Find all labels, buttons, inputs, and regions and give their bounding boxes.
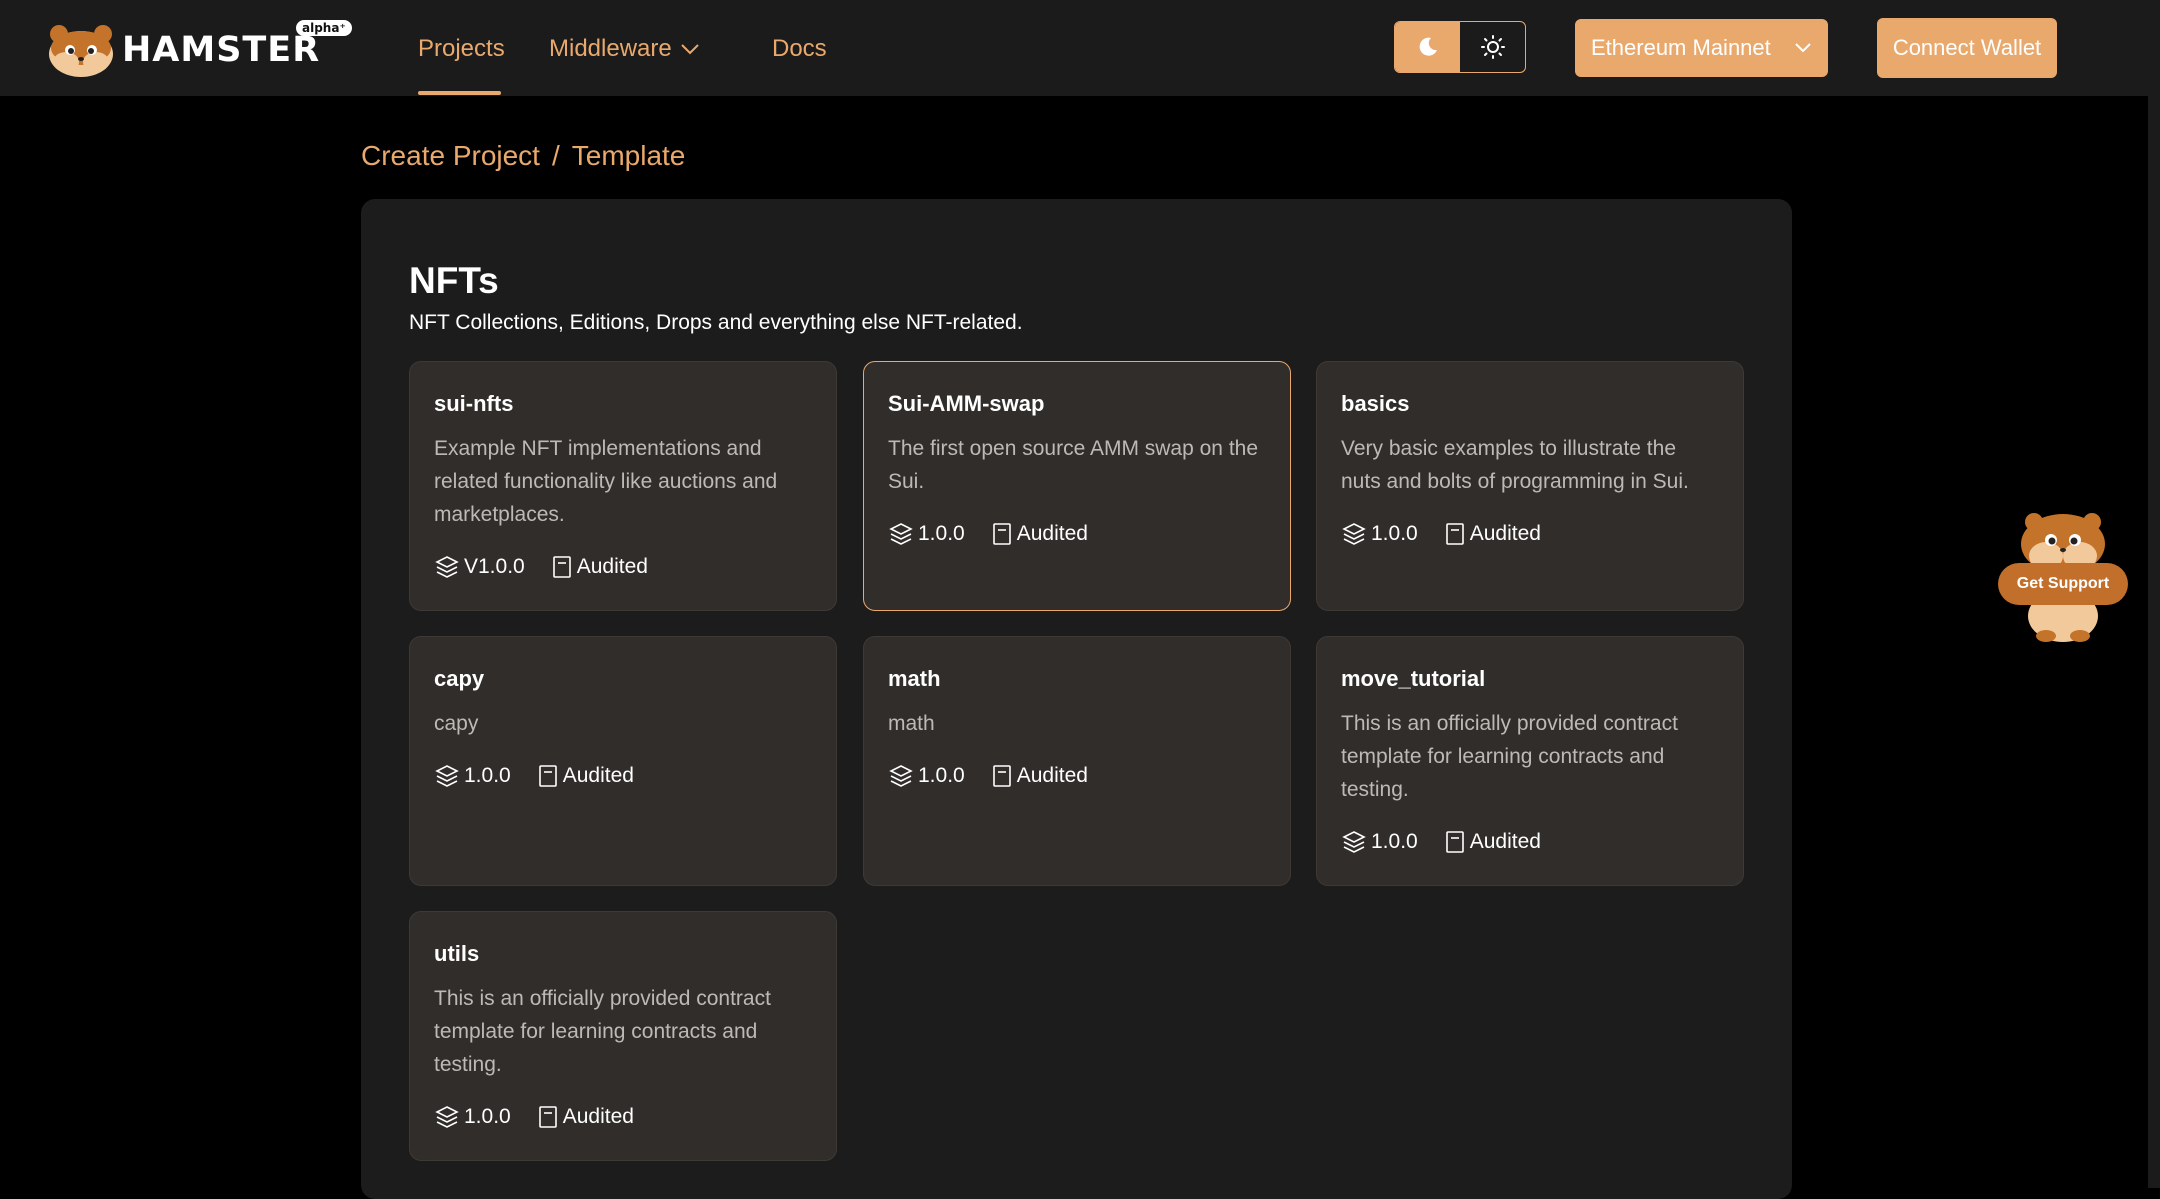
template-meta: 1.0.0 Audited (1341, 828, 1719, 856)
dark-mode-button[interactable] (1395, 22, 1460, 72)
document-icon (1445, 831, 1464, 853)
nav-docs[interactable]: Docs (772, 34, 827, 64)
template-meta: 1.0.0 Audited (434, 762, 812, 790)
document-icon (992, 765, 1011, 787)
template-version: 1.0.0 (1371, 522, 1418, 545)
layers-icon (435, 1106, 459, 1128)
template-status: Audited (1469, 830, 1541, 853)
template-status: Audited (1469, 522, 1541, 545)
template-description: Very basic examples to illustrate the nu… (1341, 437, 1689, 493)
hamster-mascot-icon (49, 25, 113, 77)
template-name: basics (1341, 391, 1410, 416)
logo-text: HAMSTER (122, 30, 321, 70)
nav-middleware-label: Middleware (549, 35, 672, 62)
alpha-badge: alpha⁺ (296, 20, 352, 36)
moon-icon (1419, 37, 1437, 56)
template-meta: 1.0.0 Audited (888, 520, 1266, 548)
breadcrumb: Create Project / Template (361, 138, 685, 174)
template-meta: 1.0.0 Audited (888, 762, 1266, 790)
template-status: Audited (562, 1105, 634, 1128)
theme-toggle (1394, 21, 1526, 73)
template-status: Audited (1016, 522, 1088, 545)
template-name: sui-nfts (434, 391, 514, 416)
chevron-down-icon (681, 44, 699, 55)
template-card-utils[interactable]: utils This is an officially provided con… (409, 911, 837, 1161)
document-icon (1445, 523, 1464, 545)
template-name: capy (434, 666, 485, 691)
network-select-value: Ethereum Mainnet (1591, 35, 1771, 60)
connect-wallet-button[interactable]: Connect Wallet (1877, 18, 2057, 78)
breadcrumb-create-project[interactable]: Create Project (361, 140, 540, 171)
hamster-logo[interactable]: HAMSTER alpha⁺ (46, 20, 352, 78)
document-icon (538, 1106, 557, 1128)
template-description: This is an officially provided contract … (434, 987, 771, 1076)
template-meta: 1.0.0 Audited (1341, 520, 1719, 548)
template-version: 1.0.0 (1371, 830, 1418, 853)
layers-icon (435, 765, 459, 787)
network-select[interactable]: Ethereum Mainnet (1575, 19, 1828, 77)
nav-middleware[interactable]: Middleware (549, 34, 700, 64)
template-card-sui-amm-swap[interactable]: Sui-AMM-swap The first open source AMM s… (863, 361, 1291, 611)
section-title: NFTs (409, 260, 499, 301)
light-mode-button[interactable] (1460, 22, 1525, 72)
template-description: math (888, 712, 935, 735)
template-status: Audited (562, 764, 634, 787)
document-icon (538, 765, 557, 787)
template-meta: 1.0.0 Audited (434, 1103, 812, 1131)
get-support-button[interactable]: Get Support (1998, 563, 2128, 605)
template-version: 1.0.0 (464, 764, 511, 787)
template-card-basics[interactable]: basics Very basic examples to illustrate… (1316, 361, 1744, 611)
template-name: math (888, 666, 941, 691)
template-panel: NFTs NFT Collections, Editions, Drops an… (361, 199, 1792, 1199)
template-name: move_tutorial (1341, 666, 1486, 691)
template-meta: V1.0.0 Audited (434, 553, 812, 581)
template-status: Audited (576, 555, 648, 578)
template-name: Sui-AMM-swap (888, 391, 1045, 416)
nav-active-indicator (418, 91, 501, 95)
layers-icon (1342, 523, 1366, 545)
breadcrumb-template: Template (571, 140, 686, 171)
template-version: 1.0.0 (918, 764, 965, 787)
page-scrollbar[interactable] (2148, 0, 2160, 1188)
template-description: Example NFT implementations and related … (434, 437, 778, 526)
document-icon (552, 556, 571, 578)
document-icon (992, 523, 1011, 545)
template-card-sui-nfts[interactable]: sui-nfts Example NFT implementations and… (409, 361, 837, 611)
sun-icon (1480, 35, 1505, 59)
template-card-move-tutorial[interactable]: move_tutorial This is an officially prov… (1316, 636, 1744, 886)
template-status: Audited (1016, 764, 1088, 787)
template-card-capy[interactable]: capy capy 1.0.0 Audited (409, 636, 837, 886)
template-description: capy (434, 712, 479, 735)
get-support-widget[interactable]: Get Support (1996, 508, 2130, 643)
layers-icon (1342, 831, 1366, 853)
template-description: The first open source AMM swap on the Su… (888, 437, 1259, 493)
template-description: This is an officially provided contract … (1341, 712, 1678, 801)
layers-icon (889, 523, 913, 545)
chevron-down-icon (1795, 43, 1811, 53)
template-card-math[interactable]: math math 1.0.0 Audited (863, 636, 1291, 886)
section-subtitle: NFT Collections, Editions, Drops and eve… (409, 311, 1023, 334)
top-navbar: HAMSTER alpha⁺ Projects Middleware Docs (0, 0, 2160, 96)
layers-icon (435, 556, 459, 578)
template-name: utils (434, 941, 480, 966)
template-version: V1.0.0 (464, 555, 525, 578)
breadcrumb-separator: / (551, 140, 560, 171)
nav-projects[interactable]: Projects (418, 34, 505, 64)
layers-icon (889, 765, 913, 787)
template-version: 1.0.0 (464, 1105, 511, 1128)
template-version: 1.0.0 (918, 522, 965, 545)
